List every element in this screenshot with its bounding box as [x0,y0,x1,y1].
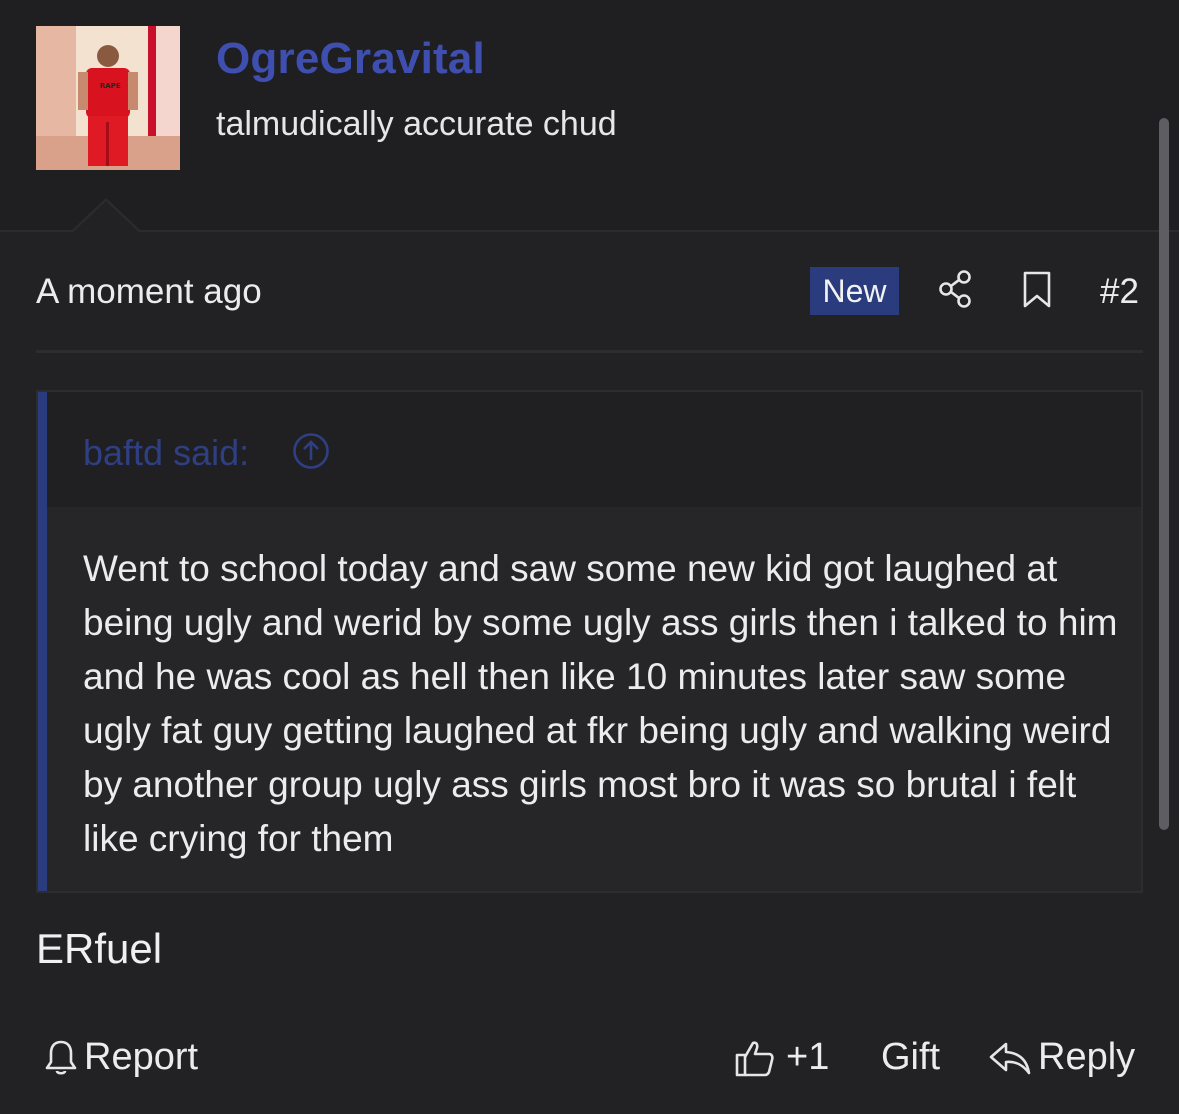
reply-label: Reply [1038,1036,1136,1078]
user-header: RAPE OgreGravital talmudically accurate … [0,0,1179,232]
post-meta-row: A moment ago New #2 [36,262,1143,322]
bell-icon [45,1040,77,1075]
bookmark-icon[interactable] [1022,271,1052,309]
reply-button[interactable]: Reply [988,1030,1135,1085]
username[interactable]: OgreGravital [216,34,485,84]
quote-block: baftd said: Went to school today and saw… [36,390,1143,893]
post-number[interactable]: #2 [1100,272,1139,312]
share-icon[interactable] [938,269,974,309]
like-button[interactable]: +1 [734,1030,829,1085]
user-title: talmudically accurate chud [216,105,617,143]
report-label: Report [84,1036,199,1078]
quote-accent-bar [38,392,47,891]
avatar[interactable]: RAPE [36,26,180,170]
like-count: +1 [786,1036,830,1078]
report-button[interactable]: Report [44,1030,198,1085]
reply-icon [989,1042,1031,1074]
new-badge: New [810,267,899,315]
quote-header[interactable]: baftd said: [47,392,1141,507]
thumbs-up-icon [735,1040,774,1076]
avatar-shirt-text: RAPE [100,82,121,90]
gift-button[interactable]: Gift [881,1036,940,1079]
meta-divider [36,350,1143,353]
arrow-up-circle-icon[interactable] [292,432,330,470]
post-actions: Report +1 Gift Reply [36,1030,1143,1085]
quote-author[interactable]: baftd said: [83,432,249,474]
post-timestamp[interactable]: A moment ago [36,272,262,312]
post-body: ERfuel [36,925,163,972]
post-page: RAPE OgreGravital talmudically accurate … [0,0,1179,1114]
scrollbar[interactable] [1159,118,1169,830]
quote-text: Went to school today and saw some new ki… [83,548,1118,859]
